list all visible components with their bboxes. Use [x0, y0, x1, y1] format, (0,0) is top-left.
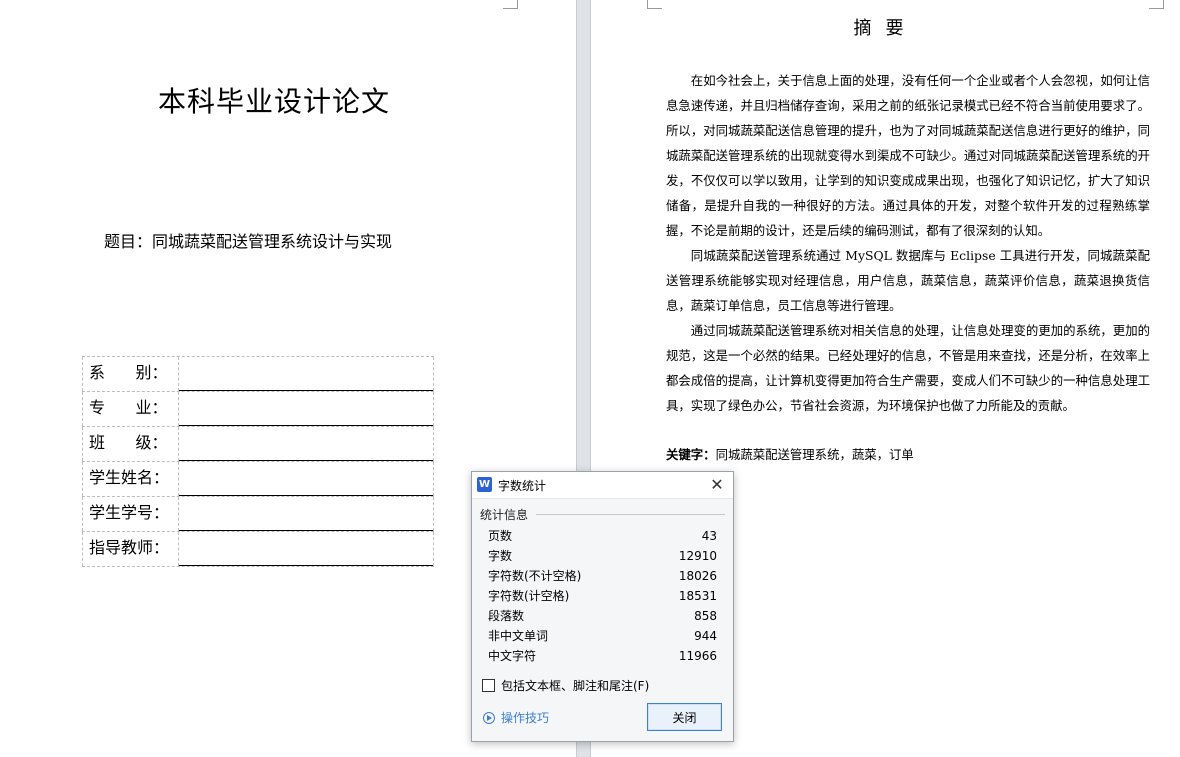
stat-value: 944 — [694, 629, 717, 643]
stat-label: 字符数(计空格) — [488, 589, 570, 603]
stat-value: 43 — [701, 529, 717, 543]
field-label: 专 业： — [82, 392, 179, 426]
abstract-paragraph: 在如今社会上，关于信息上面的处理，没有任何一个企业或者个人会忽视，如何让信息急速… — [666, 73, 1150, 238]
field-value[interactable] — [179, 497, 434, 531]
stat-value: 18531 — [678, 589, 717, 603]
info-row-advisor: 指导教师： — [82, 531, 434, 567]
stat-row: 字符数(不计空格) 18026 — [488, 566, 717, 586]
dialog-titlebar[interactable]: W 字数统计 ✕ — [472, 472, 733, 499]
include-textboxes-option[interactable]: 包括文本框、脚注和尾注(F) — [482, 677, 649, 694]
keywords-text: 同城蔬菜配送管理系统，蔬菜，订单 — [715, 447, 914, 462]
abstract-body: 在如今社会上，关于信息上面的处理，没有任何一个企业或者个人会忽视，如何让信息急速… — [666, 68, 1150, 418]
stat-value: 858 — [694, 609, 717, 623]
abstract-title: 摘要 — [853, 18, 918, 39]
tips-label[interactable]: 操作技巧 — [501, 709, 549, 726]
close-icon[interactable]: ✕ — [707, 475, 727, 495]
field-label: 学生学号： — [82, 497, 179, 531]
stat-label: 字符数(不计空格) — [488, 569, 582, 583]
include-textboxes-label[interactable]: 包括文本框、脚注和尾注(F) — [501, 677, 649, 694]
page-corner-mark — [647, 0, 662, 9]
stat-value: 11966 — [678, 649, 717, 663]
cover-title: 本科毕业设计论文 — [157, 85, 390, 118]
stat-value: 12910 — [678, 549, 717, 563]
close-button[interactable]: 关闭 — [647, 703, 722, 731]
stat-row: 字数 12910 — [488, 546, 717, 566]
field-value[interactable] — [179, 392, 434, 426]
stat-label: 段落数 — [488, 609, 525, 623]
info-row-student-id: 学生学号： — [82, 496, 434, 531]
info-row-major: 专 业： — [82, 391, 434, 426]
field-label: 班 级： — [82, 427, 179, 461]
page-corner-mark — [503, 0, 518, 9]
cover-topic: 题目：同城蔬菜配送管理系统设计与实现 — [104, 232, 393, 251]
keywords-label: 关键字： — [666, 447, 716, 462]
stat-row: 非中文单词 944 — [488, 626, 717, 646]
student-info-table: 系 别： 专 业： 班 级： 学生姓名： 学生学号： 指导教师： — [82, 356, 434, 567]
page-corner-mark — [1149, 0, 1164, 9]
include-textboxes-checkbox[interactable] — [482, 679, 495, 692]
stat-row: 中文字符 11966 — [488, 646, 717, 666]
group-divider — [536, 514, 725, 515]
stat-label: 页数 — [488, 529, 513, 543]
stats-list: 页数 43 字数 12910 字符数(不计空格) 18026 字符数(计空格) … — [488, 526, 717, 666]
field-value[interactable] — [179, 427, 434, 461]
field-label: 系 别： — [82, 357, 179, 391]
tips-link[interactable]: 操作技巧 — [483, 709, 549, 726]
field-value[interactable] — [179, 462, 434, 496]
stats-group-label: 统计信息 — [480, 508, 529, 522]
stat-label: 非中文单词 — [488, 629, 549, 643]
field-label: 学生姓名： — [82, 462, 179, 496]
stat-label: 中文字符 — [488, 649, 537, 663]
stat-label: 字数 — [488, 549, 513, 563]
dialog-title: 字数统计 — [498, 479, 547, 493]
wps-writer-icon: W — [477, 477, 492, 492]
keywords-line: 关键字：同城蔬菜配送管理系统，蔬菜，订单 — [666, 442, 1150, 467]
field-label: 指导教师： — [82, 532, 179, 566]
field-value[interactable] — [179, 532, 434, 566]
word-count-dialog: W 字数统计 ✕ 统计信息 页数 43 字数 12910 字符数(不计空格) 1… — [471, 471, 734, 742]
stat-row: 字符数(计空格) 18531 — [488, 586, 717, 606]
abstract-paragraph: 同城蔬菜配送管理系统通过 MySQL 数据库与 Eclipse 工具进行开发，同… — [666, 248, 1150, 313]
stat-row: 页数 43 — [488, 526, 717, 546]
field-value[interactable] — [179, 357, 434, 391]
info-row-class: 班 级： — [82, 426, 434, 461]
play-circle-icon — [483, 711, 495, 724]
info-row-student-name: 学生姓名： — [82, 461, 434, 496]
abstract-paragraph: 通过同城蔬菜配送管理系统对相关信息的处理，让信息处理变的更加的系统，更加的规范，… — [666, 323, 1150, 413]
stat-row: 段落数 858 — [488, 606, 717, 626]
info-row-department: 系 别： — [82, 356, 434, 391]
stat-value: 18026 — [678, 569, 717, 583]
